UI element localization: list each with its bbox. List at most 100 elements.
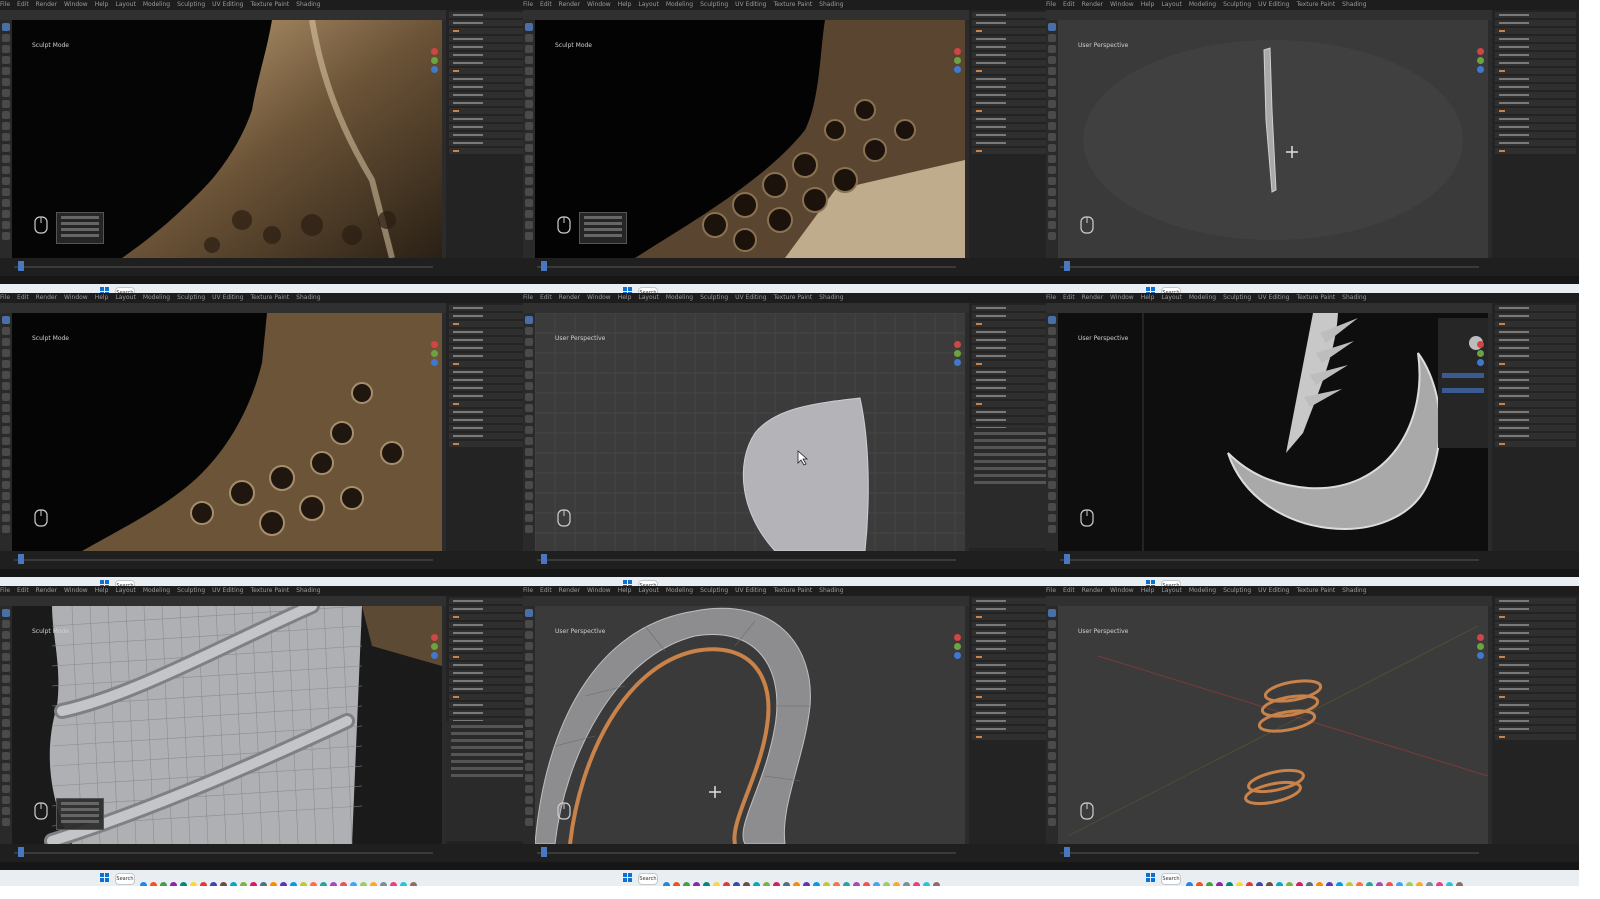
tool-icon[interactable] (2, 796, 10, 804)
outliner-row[interactable] (449, 28, 530, 34)
tool-icon[interactable] (2, 730, 10, 738)
menu-item[interactable]: File (0, 587, 10, 594)
tool-icon[interactable] (525, 481, 533, 489)
playhead[interactable] (1064, 554, 1070, 564)
taskbar-app-icon[interactable] (1336, 882, 1343, 886)
menu-item[interactable]: Shading (1342, 294, 1366, 301)
menu-item[interactable]: Modeling (666, 587, 693, 594)
outliner-row[interactable] (1495, 670, 1576, 676)
tool-icon[interactable] (525, 349, 533, 357)
menu-item[interactable]: File (1046, 587, 1056, 594)
taskbar-app-icon[interactable] (1226, 882, 1233, 886)
taskbar-app-icon[interactable] (1386, 882, 1393, 886)
tool-icon[interactable] (2, 741, 10, 749)
tool-icon[interactable] (2, 144, 10, 152)
outliner-row[interactable] (1495, 614, 1576, 620)
outliner-row[interactable] (972, 84, 1053, 90)
outliner-row[interactable] (972, 44, 1053, 50)
taskbar-app-icon[interactable] (1266, 882, 1273, 886)
tool-icon[interactable] (2, 327, 10, 335)
outliner-row[interactable] (1495, 305, 1576, 311)
tool-icon[interactable] (2, 631, 10, 639)
taskbar-app-icon[interactable] (290, 882, 297, 886)
outliner-row[interactable] (972, 321, 1053, 327)
taskbar-app-icon[interactable] (703, 882, 710, 886)
menu-item[interactable]: Help (95, 294, 109, 301)
tool-icon[interactable] (1048, 199, 1056, 207)
taskbar-app-icon[interactable] (350, 882, 357, 886)
tool-icon[interactable] (1048, 221, 1056, 229)
menu-item[interactable]: UV Editing (212, 1, 243, 8)
menu-item[interactable]: Shading (819, 587, 843, 594)
3d-viewport[interactable]: User Perspective (535, 313, 965, 551)
navigation-gizmo[interactable] (951, 46, 963, 82)
outliner-row[interactable] (449, 353, 530, 359)
outliner-row[interactable] (1495, 598, 1576, 604)
3d-viewport[interactable]: User Perspective (1058, 20, 1488, 258)
tool-icon[interactable] (525, 785, 533, 793)
tool-icon[interactable] (525, 232, 533, 240)
tool-icon[interactable] (2, 426, 10, 434)
tool-icon[interactable] (2, 316, 10, 324)
taskbar-app-icon[interactable] (410, 882, 417, 886)
menu-item[interactable]: Layout (1161, 294, 1181, 301)
tool-icon[interactable] (2, 470, 10, 478)
taskbar-app-icon[interactable] (1416, 882, 1423, 886)
tool-icon[interactable] (525, 631, 533, 639)
outliner-row[interactable] (972, 329, 1053, 335)
tool-icon[interactable] (1048, 774, 1056, 782)
menu-item[interactable]: Edit (17, 1, 29, 8)
outliner-row[interactable] (449, 76, 530, 82)
tool-icon[interactable] (2, 686, 10, 694)
outliner-row[interactable] (449, 337, 530, 343)
playhead[interactable] (541, 554, 547, 564)
navigation-gizmo[interactable] (1474, 339, 1486, 375)
menu-item[interactable]: Help (1141, 1, 1155, 8)
taskbar-app-icon[interactable] (1346, 882, 1353, 886)
outliner-row[interactable] (449, 12, 530, 18)
tool-icon[interactable] (2, 481, 10, 489)
menu-item[interactable]: Window (587, 1, 611, 8)
outliner-row[interactable] (1495, 329, 1576, 335)
menu-item[interactable]: Shading (296, 587, 320, 594)
3d-viewport[interactable]: Sculpt Mode (12, 606, 442, 844)
tool-icon[interactable] (525, 697, 533, 705)
menu-item[interactable]: File (0, 1, 10, 8)
outliner-row[interactable] (972, 393, 1053, 399)
taskbar-app-icon[interactable] (1456, 882, 1463, 886)
menu-item[interactable]: Render (36, 294, 57, 301)
tool-icon[interactable] (2, 653, 10, 661)
navigation-gizmo[interactable] (428, 632, 440, 668)
outliner-row[interactable] (449, 598, 530, 604)
menu-item[interactable]: Render (1082, 1, 1103, 8)
outliner-row[interactable] (449, 108, 530, 114)
menu-item[interactable]: Texture Paint (1296, 587, 1335, 594)
tool-icon[interactable] (525, 818, 533, 826)
tool-icon[interactable] (1048, 382, 1056, 390)
menu-item[interactable]: Texture Paint (1296, 1, 1335, 8)
taskbar-app-icon[interactable] (190, 882, 197, 886)
tool-icon[interactable] (2, 437, 10, 445)
tool-icon[interactable] (525, 807, 533, 815)
taskbar-app-icon[interactable] (310, 882, 317, 886)
outliner-row[interactable] (449, 678, 530, 684)
tool-icon[interactable] (1048, 34, 1056, 42)
outliner-row[interactable] (449, 329, 530, 335)
tool-icon[interactable] (2, 393, 10, 401)
outliner-row[interactable] (1495, 92, 1576, 98)
menu-item[interactable]: Sculpting (177, 294, 205, 301)
outliner-row[interactable] (1495, 148, 1576, 154)
tool-icon[interactable] (1048, 393, 1056, 401)
tool-icon[interactable] (525, 741, 533, 749)
outliner-row[interactable] (1495, 345, 1576, 351)
tool-icon[interactable] (525, 448, 533, 456)
tool-icon[interactable] (1048, 752, 1056, 760)
outliner-row[interactable] (449, 305, 530, 311)
outliner-row[interactable] (1495, 401, 1576, 407)
outliner-row[interactable] (972, 12, 1053, 18)
outliner-row[interactable] (1495, 433, 1576, 439)
tool-icon[interactable] (1048, 448, 1056, 456)
menu-item[interactable]: Render (1082, 587, 1103, 594)
tool-icon[interactable] (1048, 155, 1056, 163)
outliner-row[interactable] (1495, 393, 1576, 399)
